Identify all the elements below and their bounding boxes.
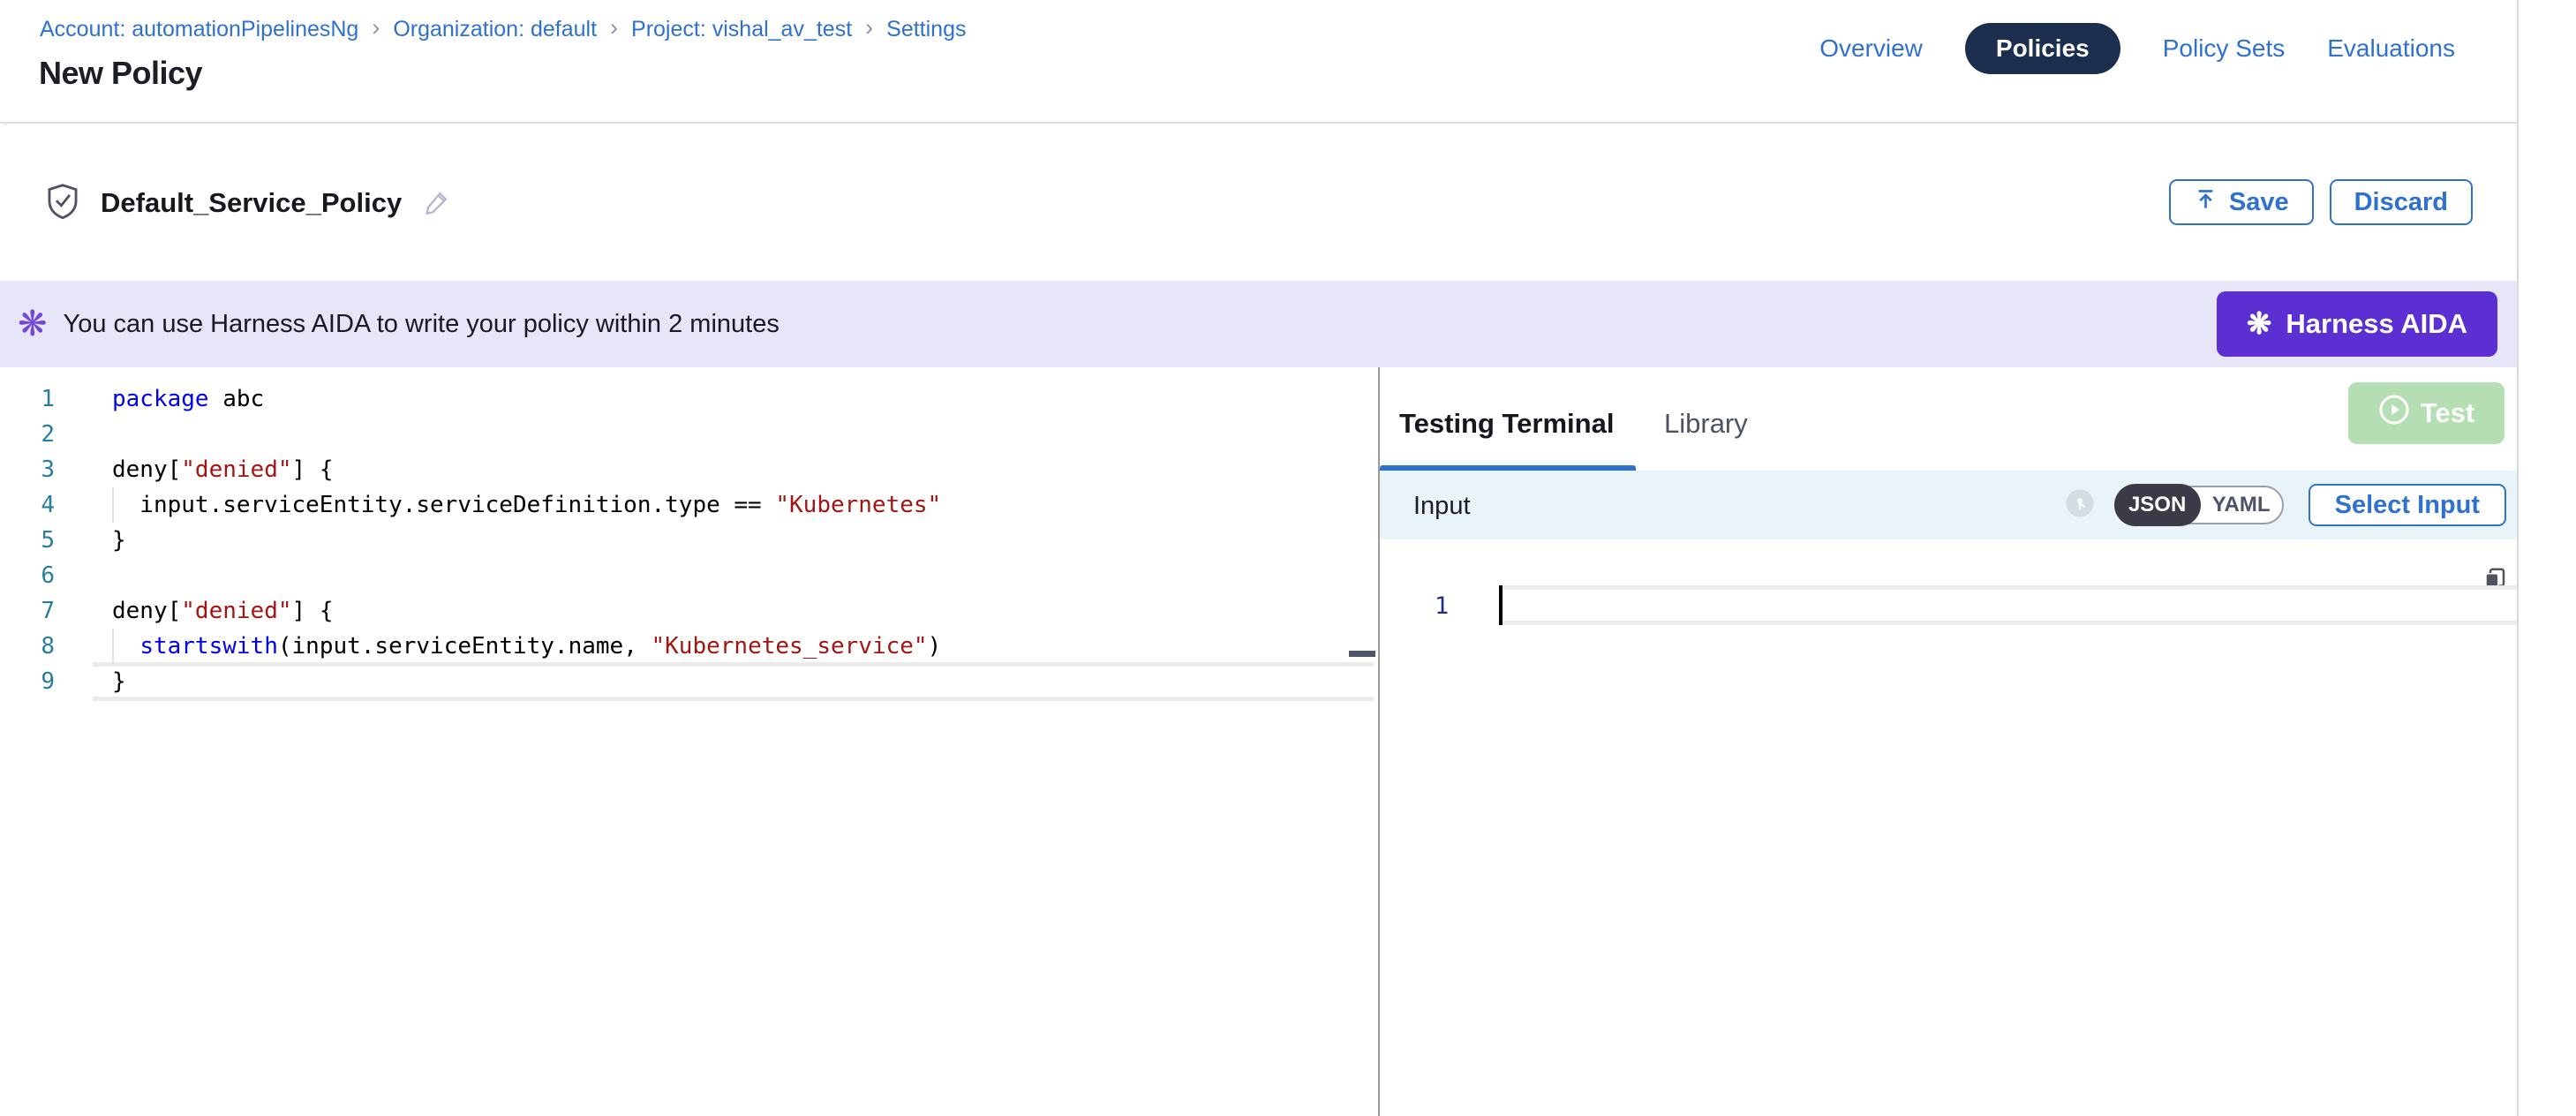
tab-overview[interactable]: Overview bbox=[1819, 34, 1923, 63]
testing-terminal-panel: Testing Terminal Library Test Input bbox=[1380, 367, 2517, 1116]
tab-policies[interactable]: Policies bbox=[1965, 23, 2120, 74]
shield-check-icon bbox=[46, 183, 79, 224]
tab-evaluations[interactable]: Evaluations bbox=[2327, 34, 2455, 63]
tab-policy-sets[interactable]: Policy Sets bbox=[2163, 34, 2286, 63]
line-number: 3 bbox=[0, 452, 55, 487]
pencil-icon bbox=[423, 188, 451, 219]
tab-library[interactable]: Library bbox=[1664, 408, 1748, 440]
line-number: 5 bbox=[0, 523, 55, 558]
code-text: } bbox=[112, 664, 126, 699]
play-circle-icon bbox=[2378, 394, 2410, 433]
code-text: startswith(input.serviceEntity.name, "Ku… bbox=[112, 629, 941, 664]
input-panel-header: Input JSON YAML Select Input bbox=[1380, 471, 2517, 539]
toggle-yaml[interactable]: YAML bbox=[2201, 493, 2282, 517]
new-policy-page: Account: automationPipelinesNg › Organiz… bbox=[0, 0, 2576, 1116]
format-toggle: JSON YAML bbox=[2114, 486, 2284, 524]
line-number: 9 bbox=[0, 664, 55, 699]
line-number: 1 bbox=[0, 381, 55, 417]
aida-banner-message: You can use Harness AIDA to write your p… bbox=[64, 310, 780, 339]
test-button[interactable]: Test bbox=[2348, 382, 2504, 444]
code-text: } bbox=[112, 523, 126, 558]
input-current-line-highlight bbox=[1501, 585, 2517, 625]
code-line-7[interactable]: 7 deny["denied"] { bbox=[0, 593, 1378, 629]
tab-testing-terminal[interactable]: Testing Terminal bbox=[1399, 408, 1614, 440]
save-button[interactable]: Save bbox=[2169, 179, 2314, 225]
line-number: 8 bbox=[0, 629, 55, 664]
input-panel-title: Input bbox=[1413, 492, 1471, 521]
code-line-9[interactable]: 9} bbox=[0, 664, 1378, 699]
page-header: Account: automationPipelinesNg › Organiz… bbox=[0, 0, 2517, 124]
policy-name: Default_Service_Policy bbox=[101, 187, 402, 219]
breadcrumb-separator-icon: › bbox=[610, 14, 618, 41]
harness-aida-button[interactable]: ❋ Harness AIDA bbox=[2217, 291, 2497, 357]
breadcrumb-separator-icon: › bbox=[372, 14, 380, 41]
policy-identity: Default_Service_Policy bbox=[46, 125, 451, 281]
line-number: 6 bbox=[0, 558, 55, 593]
content-right-border bbox=[2517, 0, 2519, 1116]
text-cursor bbox=[1499, 585, 1503, 625]
code-text: deny["denied"] { bbox=[112, 593, 333, 629]
code-line-4[interactable]: 4 input.serviceEntity.serviceDefinition.… bbox=[0, 487, 1378, 523]
breadcrumb-organization[interactable]: Organization: default bbox=[393, 17, 597, 42]
aida-banner: ❋ You can use Harness AIDA to write your… bbox=[0, 281, 2517, 367]
code-line-5[interactable]: 5} bbox=[0, 523, 1378, 558]
toolbar-actions: Save Discard bbox=[2169, 179, 2473, 225]
line-number: 4 bbox=[0, 487, 55, 523]
header-tabs: Overview Policies Policy Sets Evaluation… bbox=[1819, 23, 2455, 74]
code-line-1[interactable]: 1 package abc bbox=[0, 381, 1378, 417]
page-title: New Policy bbox=[39, 55, 202, 92]
line-number: 7 bbox=[0, 593, 55, 629]
history-icon[interactable] bbox=[2065, 488, 2095, 523]
input-line-number: 1 bbox=[1435, 592, 1449, 620]
input-panel-controls: JSON YAML Select Input bbox=[2065, 471, 2506, 539]
discard-button[interactable]: Discard bbox=[2330, 179, 2473, 225]
code-line-6[interactable]: 6 bbox=[0, 558, 1378, 593]
policy-code-editor[interactable]: 1package abc23deny["denied"] {4 input.se… bbox=[0, 367, 1378, 1116]
input-editor[interactable]: 1 bbox=[1380, 539, 2517, 1116]
upload-icon bbox=[2194, 187, 2218, 218]
code-line-3[interactable]: 3 deny["denied"] { bbox=[0, 452, 1378, 487]
code-line-2[interactable]: 2 bbox=[0, 417, 1378, 452]
policy-toolbar: Default_Service_Policy bbox=[0, 125, 2517, 281]
line-number: 2 bbox=[0, 417, 55, 452]
breadcrumb-settings[interactable]: Settings bbox=[886, 17, 966, 42]
breadcrumb-account[interactable]: Account: automationPipelinesNg bbox=[40, 17, 358, 42]
aida-flower-icon: ❋ bbox=[18, 306, 48, 342]
terminal-tabs: Testing Terminal Library Test bbox=[1380, 367, 2517, 471]
aida-flower-icon: ❋ bbox=[2247, 309, 2272, 339]
code-text: package abc bbox=[112, 381, 264, 417]
code-text: input.serviceEntity.serviceDefinition.ty… bbox=[112, 487, 941, 523]
breadcrumb-separator-icon: › bbox=[865, 14, 873, 41]
edit-name-button[interactable] bbox=[423, 188, 451, 219]
breadcrumb-project[interactable]: Project: vishal_av_test bbox=[631, 17, 852, 42]
select-input-button[interactable]: Select Input bbox=[2309, 484, 2506, 526]
breadcrumb: Account: automationPipelinesNg › Organiz… bbox=[40, 16, 967, 43]
code-text: deny["denied"] { bbox=[112, 452, 333, 487]
toggle-json[interactable]: JSON bbox=[2114, 484, 2201, 526]
code-line-8[interactable]: 8 startswith(input.serviceEntity.name, "… bbox=[0, 629, 1378, 664]
